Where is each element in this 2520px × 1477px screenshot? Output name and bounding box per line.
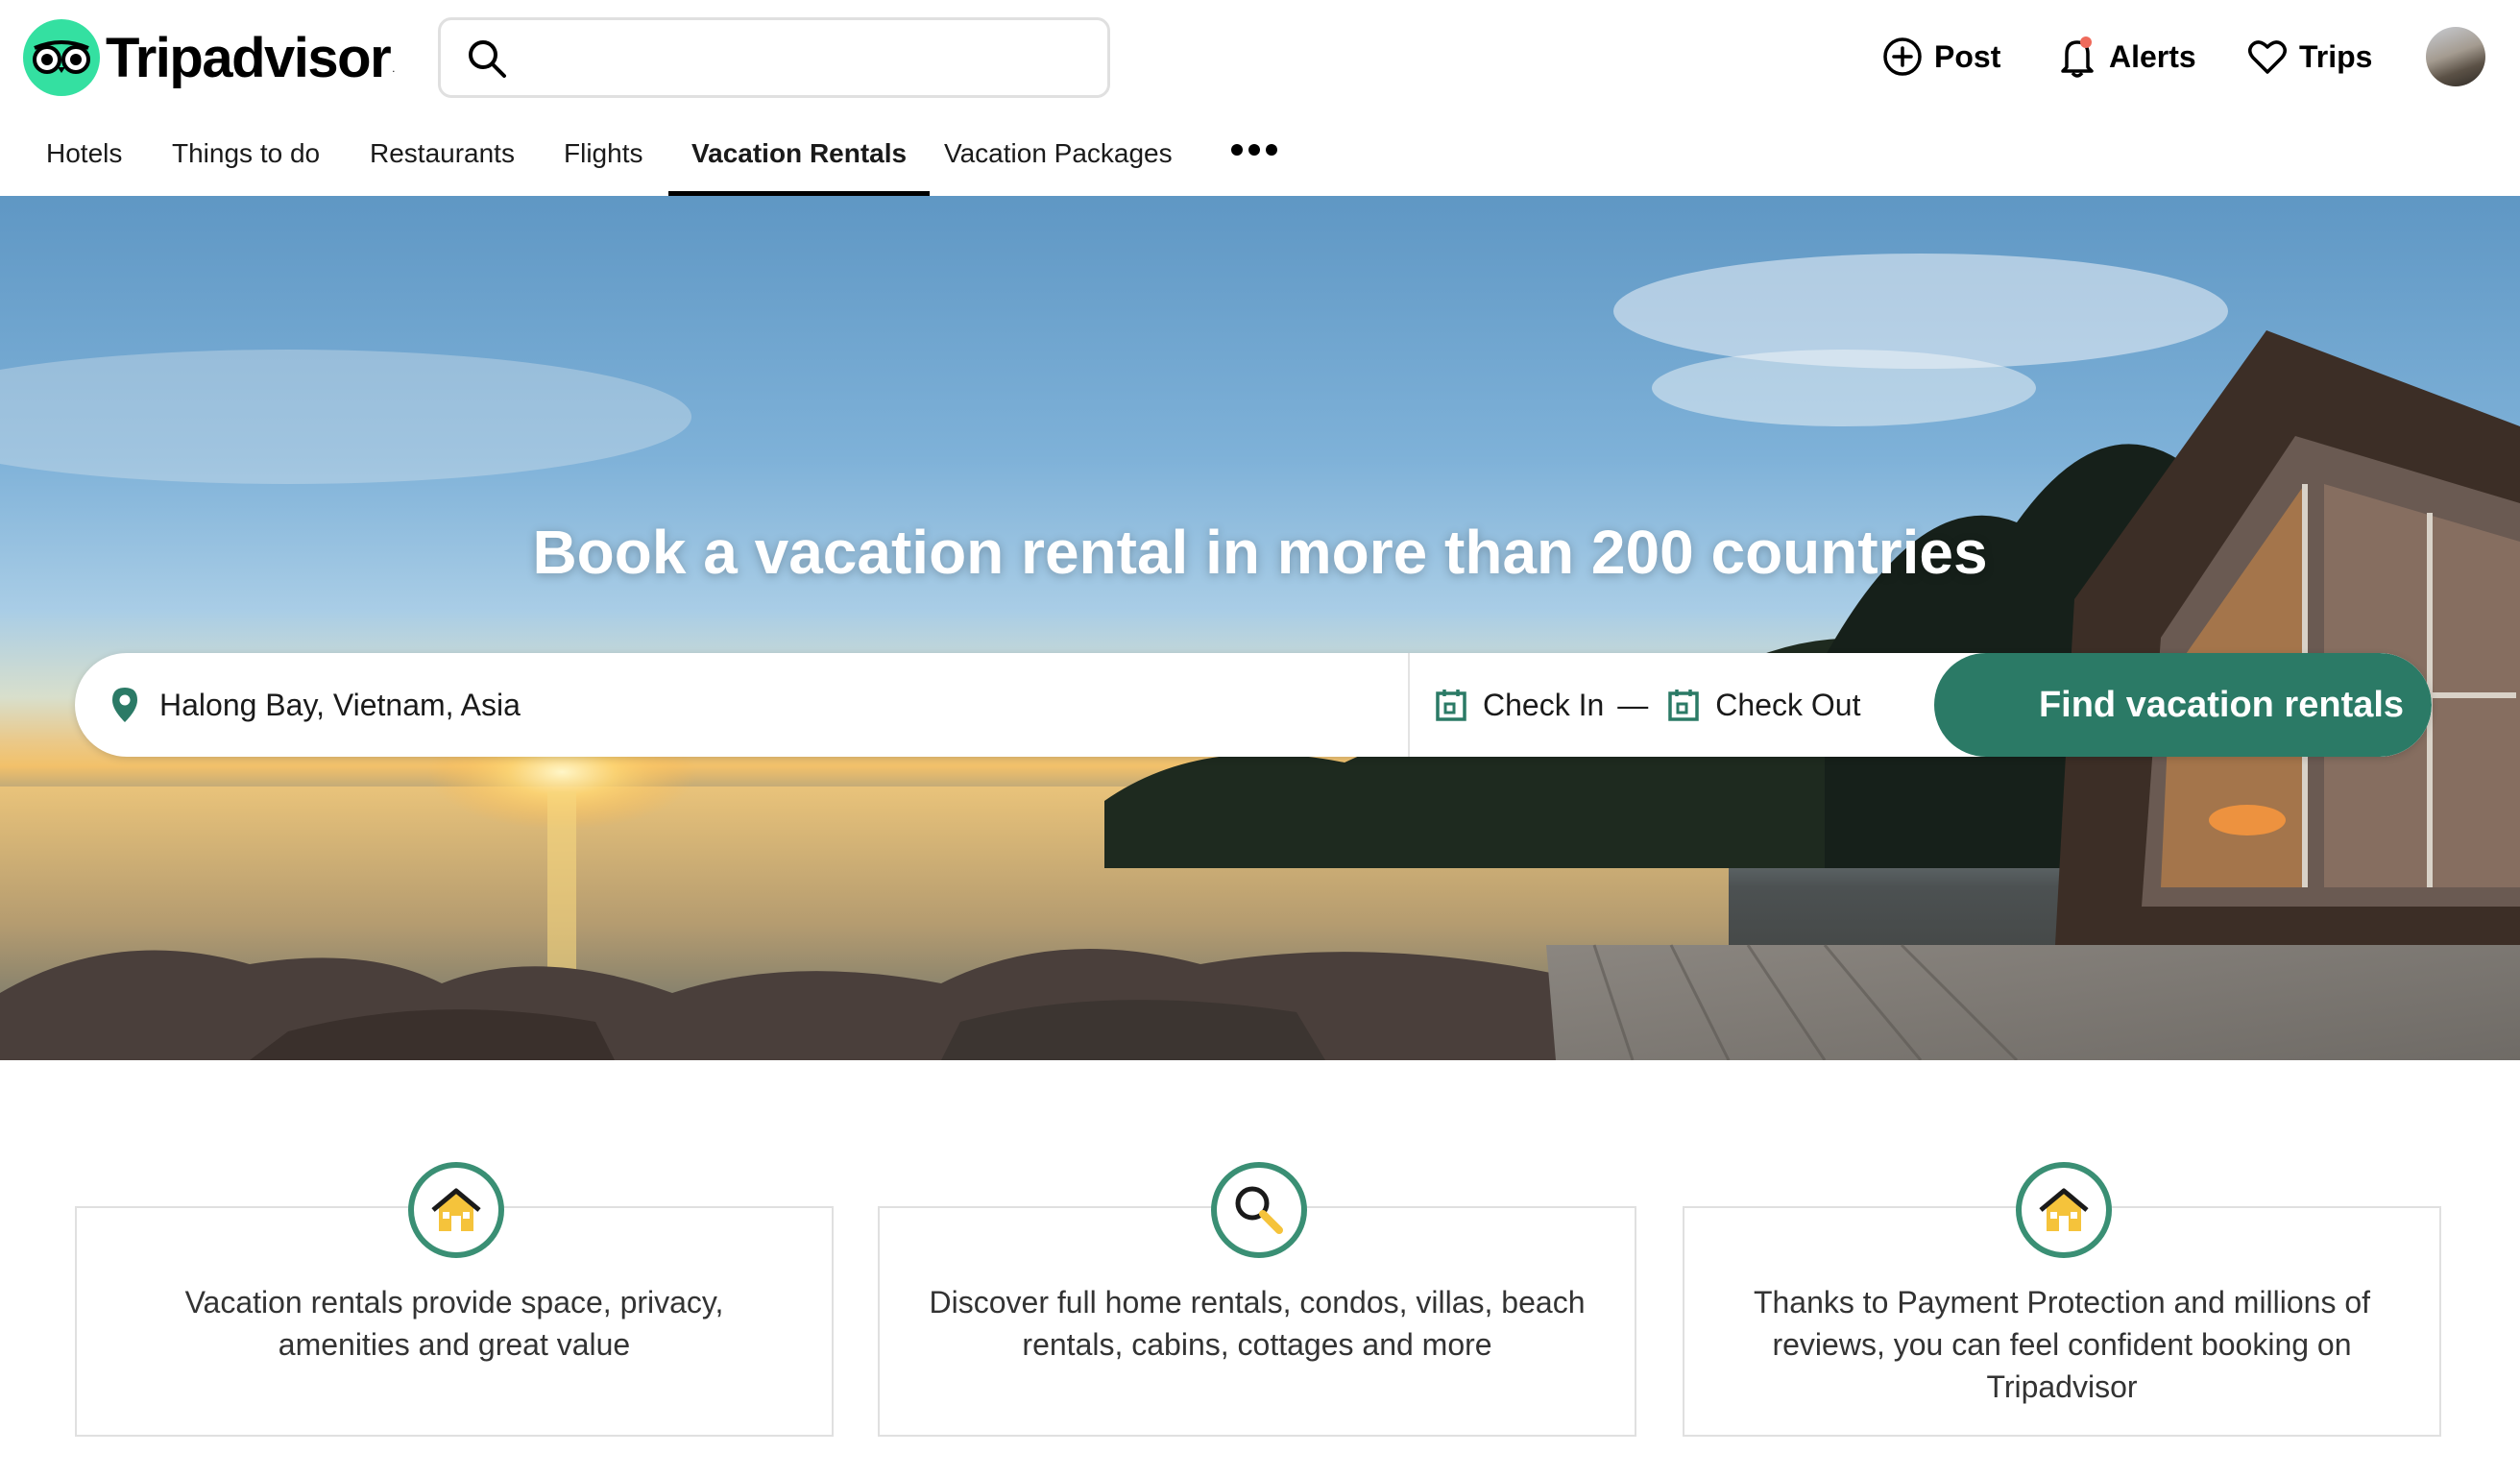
search-icon <box>469 40 506 78</box>
category-nav: Hotels Things to do Restaurants Flights … <box>0 117 2520 196</box>
check-out-label[interactable]: Check Out <box>1715 688 1860 723</box>
alerts-label: Alerts <box>2109 38 2196 74</box>
date-separator: — <box>1617 687 1649 722</box>
post-label: Post <box>1934 38 2001 74</box>
bell-icon <box>2061 36 2094 78</box>
map-pin-icon <box>112 688 137 722</box>
date-range-picker[interactable]: Check In — Check Out <box>1412 653 2011 757</box>
house-icon <box>2016 1162 2112 1258</box>
heart-icon <box>2248 40 2287 74</box>
find-vacation-rentals-button[interactable]: Find vacation rentals <box>1934 653 2432 757</box>
alerts-button[interactable]: Alerts <box>2057 31 2196 83</box>
calendar-icon <box>1436 690 1466 721</box>
more-menu-icon[interactable] <box>1231 144 1277 156</box>
nav-item-vacation-rentals[interactable]: Vacation Rentals <box>668 117 931 196</box>
feature-card-value: Vacation rentals provide space, privacy,… <box>75 1162 834 1437</box>
feature-text: Vacation rentals provide space, privacy,… <box>184 1285 724 1362</box>
feature-card-protection: Thanks to Payment Protection and million… <box>1683 1162 2441 1437</box>
nav-item-hotels[interactable]: Hotels <box>46 117 122 196</box>
hero-banner: Book a vacation rental in more than 200 … <box>0 196 2520 1060</box>
trademark-mark: . <box>392 61 396 75</box>
nav-item-flights[interactable]: Flights <box>564 117 642 196</box>
hero-landscape-image <box>0 254 2520 1060</box>
check-in-label[interactable]: Check In <box>1483 688 1604 723</box>
nav-item-vacation-packages[interactable]: Vacation Packages <box>944 117 1173 196</box>
header: Tripadvisor . Post Alerts Trips <box>0 0 2520 117</box>
global-search[interactable] <box>438 17 1110 98</box>
user-avatar[interactable] <box>2426 27 2485 86</box>
calendar-icon <box>1668 690 1700 721</box>
house-icon <box>408 1162 504 1258</box>
plus-circle-icon <box>1883 37 1922 76</box>
rental-search-bar: Check In — Check Out Find vacation renta… <box>75 653 2432 757</box>
destination-input[interactable] <box>159 676 1369 734</box>
post-button[interactable]: Post <box>1882 31 2000 83</box>
trips-button[interactable]: Trips <box>2247 31 2372 83</box>
magnifier-icon <box>1211 1162 1307 1258</box>
feature-text: Discover full home rentals, condos, vill… <box>929 1285 1586 1362</box>
feature-text: Thanks to Payment Protection and million… <box>1753 1285 2371 1404</box>
destination-field[interactable] <box>75 653 1410 757</box>
nav-item-restaurants[interactable]: Restaurants <box>370 117 515 196</box>
hero-title: Book a vacation rental in more than 200 … <box>532 518 1988 587</box>
brand-name: Tripadvisor <box>106 26 392 89</box>
nav-item-things-to-do[interactable]: Things to do <box>172 117 320 196</box>
global-search-input[interactable] <box>527 30 1094 85</box>
feature-card-discover: Discover full home rentals, condos, vill… <box>878 1162 1636 1437</box>
owl-logo-icon <box>23 19 100 96</box>
tripadvisor-logo[interactable]: Tripadvisor . <box>23 19 396 96</box>
trips-label: Trips <box>2299 38 2373 74</box>
